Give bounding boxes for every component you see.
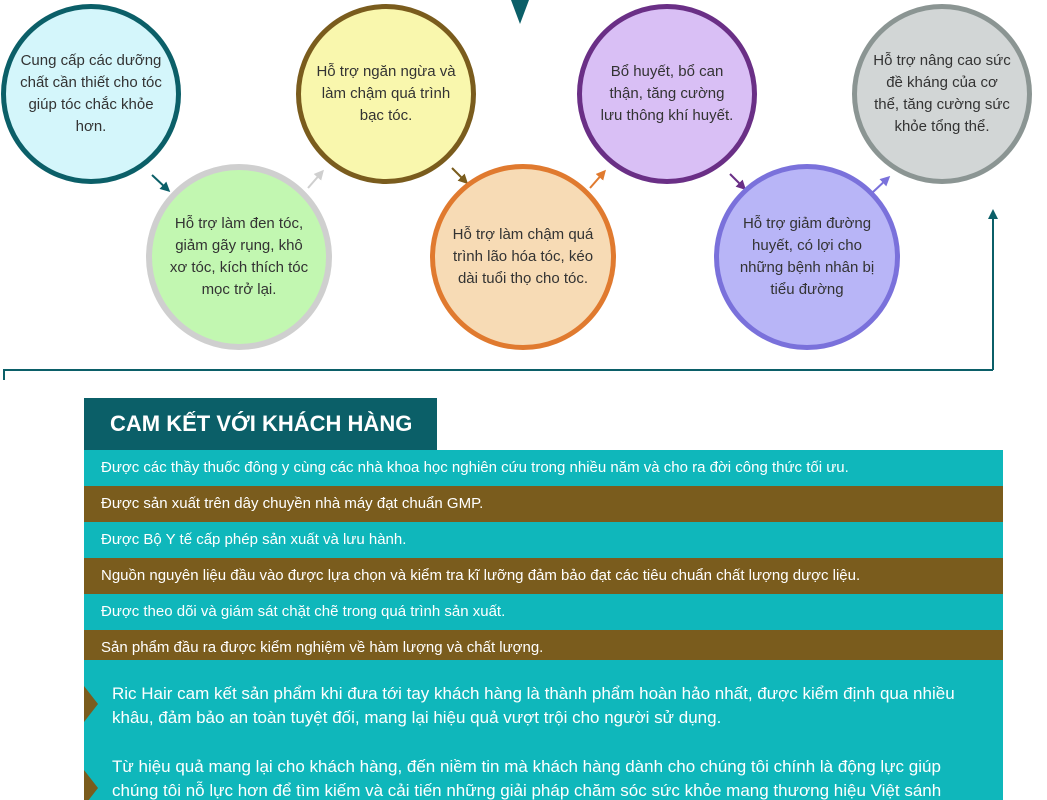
commitment-statement-box: Ric Hair cam kết sản phẩm khi đưa tới ta…: [84, 660, 1003, 800]
commitment-item-5: Được theo dõi và giám sát chặt chẽ trong…: [84, 594, 1003, 630]
benefit-text-4: Hỗ trợ làm chậm quá trình lão hóa tóc, k…: [452, 226, 594, 287]
connector-2-3: [307, 169, 324, 189]
benefit-text-6: Hỗ trợ giảm đường huyết, có lợi cho nhữn…: [739, 215, 875, 298]
benefit-text-2: Hỗ trợ làm đen tóc, giảm gãy rụng, khô x…: [169, 215, 309, 298]
commitment-item-1: Được các thầy thuốc đông y cùng các nhà …: [84, 450, 1003, 486]
commitment-item-2: Được sản xuất trên dây chuyền nhà máy đạ…: [84, 486, 1003, 522]
connector-1-2: [151, 174, 171, 193]
commitment-item-4: Nguồn nguyên liệu đầu vào được lựa chọn …: [84, 558, 1003, 594]
benefit-text-5: Bổ huyết, bổ can thận, tăng cường lưu th…: [600, 63, 734, 124]
benefit-bubble-7: Hỗ trợ nâng cao sức đề kháng của cơ thể,…: [852, 4, 1032, 184]
connector-4-5: [589, 169, 606, 189]
commitment-item-3: Được Bộ Y tế cấp phép sản xuất và lưu hà…: [84, 522, 1003, 558]
benefit-text-7: Hỗ trợ nâng cao sức đề kháng của cơ thể,…: [873, 52, 1011, 135]
connector-6-7: [872, 175, 891, 193]
benefit-bubble-1: Cung cấp các dưỡng chất cần thiết cho tó…: [1, 4, 181, 184]
return-connector-horizontal: [3, 369, 993, 380]
commitment-paragraph-2: Từ hiệu quả mang lại cho khách hàng, đến…: [112, 757, 942, 800]
benefit-bubble-2: Hỗ trợ làm đen tóc, giảm gãy rụng, khô x…: [146, 164, 332, 350]
benefit-text-1: Cung cấp các dưỡng chất cần thiết cho tó…: [20, 52, 162, 135]
paragraph-marker-2: [84, 770, 98, 800]
benefit-text-3: Hỗ trợ ngăn ngừa và làm chậm quá trình b…: [316, 63, 456, 124]
top-down-arrow: [511, 0, 529, 24]
paragraph-marker-1: [84, 686, 98, 722]
benefit-bubble-6: Hỗ trợ giảm đường huyết, có lợi cho nhữn…: [714, 164, 900, 350]
connector-3-4: [451, 167, 469, 185]
commitment-paragraph-1: Ric Hair cam kết sản phẩm khi đưa tới ta…: [112, 684, 955, 727]
benefit-bubble-4: Hỗ trợ làm chậm quá trình lão hóa tóc, k…: [430, 164, 616, 350]
benefit-bubble-5: Bổ huyết, bổ can thận, tăng cường lưu th…: [577, 4, 757, 184]
connector-5-6: [729, 173, 747, 191]
commitment-title: CAM KẾT VỚI KHÁCH HÀNG: [84, 398, 437, 450]
benefit-bubble-3: Hỗ trợ ngăn ngừa và làm chậm quá trình b…: [296, 4, 476, 184]
